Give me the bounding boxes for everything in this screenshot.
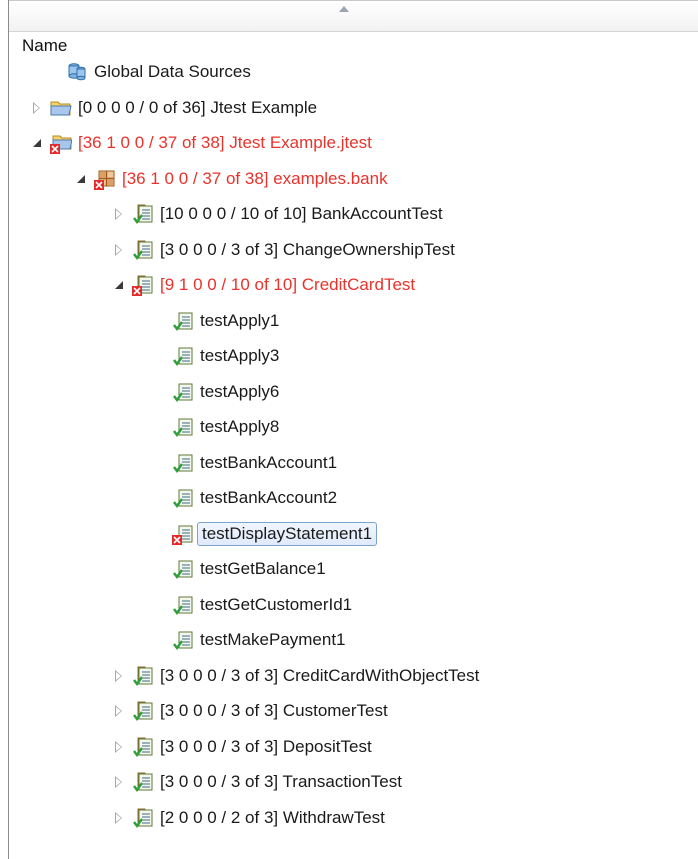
tree-item-label: testBankAccount1	[200, 452, 338, 472]
tree-item-label: [0 0 0 0 / 0 of 36] Jtest Example	[78, 97, 318, 117]
tree-item[interactable]: testMakePayment1	[172, 624, 346, 656]
expanded-arrow-icon[interactable]	[30, 136, 44, 150]
tree-item[interactable]: [9 1 0 0 / 10 of 10] CreditCardTest	[112, 269, 415, 301]
test-method-pass-icon	[172, 381, 200, 403]
tree-item[interactable]: [0 0 0 0 / 0 of 36] Jtest Example	[30, 92, 317, 124]
test-class-pass-icon	[132, 771, 160, 793]
test-method-fail-icon	[172, 523, 200, 545]
test-class-pass-icon	[132, 239, 160, 261]
test-method-pass-icon	[172, 487, 200, 509]
folder-error-icon	[50, 132, 78, 154]
folder-icon	[50, 97, 78, 119]
test-method-pass-icon	[172, 452, 200, 474]
tree-item-label: [36 1 0 0 / 37 of 38] Jtest Example.jtes…	[78, 133, 372, 152]
test-method-pass-icon	[172, 416, 200, 438]
tree-item-label: [2 0 0 0 / 2 of 3] WithdrawTest	[160, 807, 385, 827]
tree-item-label: [36 1 0 0 / 37 of 38] examples.bank	[122, 168, 388, 188]
collapsed-arrow-icon[interactable]	[30, 101, 44, 115]
tree-item[interactable]: [3 0 0 0 / 3 of 3] TransactionTest	[112, 766, 402, 798]
tree-item-label: testDisplayStatement1	[197, 521, 378, 546]
column-header-name[interactable]: Name	[22, 36, 67, 56]
tree-item-label: [3 0 0 0 / 3 of 3] TransactionTest	[160, 772, 402, 791]
tree-item-label: testMakePayment1	[200, 630, 346, 649]
tree-item[interactable]: testBankAccount2	[172, 482, 337, 514]
tree-item[interactable]: [2 0 0 0 / 2 of 3] WithdrawTest	[112, 802, 385, 834]
expanded-arrow-icon[interactable]	[74, 172, 88, 186]
tree-item[interactable]: [10 0 0 0 / 10 of 10] BankAccountTest	[112, 198, 443, 230]
test-class-pass-icon	[132, 665, 160, 687]
tree-item[interactable]: [3 0 0 0 / 3 of 3] ChangeOwnershipTest	[112, 234, 455, 266]
collapsed-arrow-icon[interactable]	[112, 740, 126, 754]
tree-item-label: testBankAccount2	[200, 488, 338, 507]
test-class-pass-icon	[132, 807, 160, 829]
test-method-pass-icon	[172, 629, 200, 651]
tree-item[interactable]: [36 1 0 0 / 37 of 38] Jtest Example.jtes…	[30, 127, 372, 159]
package-error-icon	[94, 168, 122, 190]
tree-item-label: [3 0 0 0 / 3 of 3] CustomerTest	[160, 701, 388, 720]
test-class-pass-icon	[132, 736, 160, 758]
tree-item[interactable]: testGetBalance1	[172, 553, 326, 585]
tree-item-label: [3 0 0 0 / 3 of 3] CreditCardWithObjectT…	[160, 665, 480, 685]
tree-item-label: [3 0 0 0 / 3 of 3] DepositTest	[160, 736, 372, 756]
tree-item-label: testGetBalance1	[200, 559, 326, 578]
tree-item[interactable]: [3 0 0 0 / 3 of 3] CustomerTest	[112, 695, 388, 727]
collapsed-arrow-icon[interactable]	[112, 811, 126, 825]
test-method-pass-icon	[172, 310, 200, 332]
tree-item-label: [10 0 0 0 / 10 of 10] BankAccountTest	[160, 204, 443, 223]
test-class-fail-icon	[132, 274, 160, 296]
collapsed-arrow-icon[interactable]	[112, 207, 126, 221]
tree-item-label: testApply6	[200, 381, 280, 401]
tree-item[interactable]: testApply3	[172, 340, 279, 372]
tree-item-label: testGetCustomerId1	[200, 594, 353, 614]
tree-item-label: testApply1	[200, 310, 280, 330]
tree-item[interactable]: testDisplayStatement1	[172, 518, 378, 550]
tree-item[interactable]: testApply6	[172, 376, 279, 408]
tree-item-label: testApply8	[200, 417, 280, 436]
tree-item[interactable]: Global Data Sources	[66, 56, 251, 88]
collapsed-arrow-icon[interactable]	[112, 669, 126, 683]
view-border	[8, 0, 9, 859]
tree-item-label: [9 1 0 0 / 10 of 10] CreditCardTest	[160, 275, 416, 294]
tree-item-label: [3 0 0 0 / 3 of 3] ChangeOwnershipTest	[160, 239, 455, 259]
tree-item[interactable]: testApply1	[172, 305, 279, 337]
column-header[interactable]	[9, 0, 698, 32]
test-method-pass-icon	[172, 594, 200, 616]
collapsed-arrow-icon[interactable]	[112, 243, 126, 257]
tree-item[interactable]: [3 0 0 0 / 3 of 3] CreditCardWithObjectT…	[112, 660, 479, 692]
test-method-pass-icon	[172, 345, 200, 367]
collapsed-arrow-icon[interactable]	[112, 775, 126, 789]
tree-item[interactable]: testBankAccount1	[172, 447, 337, 479]
tree-item[interactable]: testGetCustomerId1	[172, 589, 352, 621]
test-class-pass-icon	[132, 203, 160, 225]
expanded-arrow-icon[interactable]	[112, 278, 126, 292]
test-class-pass-icon	[132, 700, 160, 722]
tree-item-label: Global Data Sources	[94, 62, 251, 81]
sort-ascending-icon	[339, 6, 349, 12]
tree-item[interactable]: [3 0 0 0 / 3 of 3] DepositTest	[112, 731, 372, 763]
data-sources-icon	[66, 61, 94, 83]
tree-item[interactable]: [36 1 0 0 / 37 of 38] examples.bank	[74, 163, 388, 195]
tree-item[interactable]: testApply8	[172, 411, 279, 443]
tree-item-label: testApply3	[200, 346, 280, 365]
test-method-pass-icon	[172, 558, 200, 580]
collapsed-arrow-icon[interactable]	[112, 704, 126, 718]
